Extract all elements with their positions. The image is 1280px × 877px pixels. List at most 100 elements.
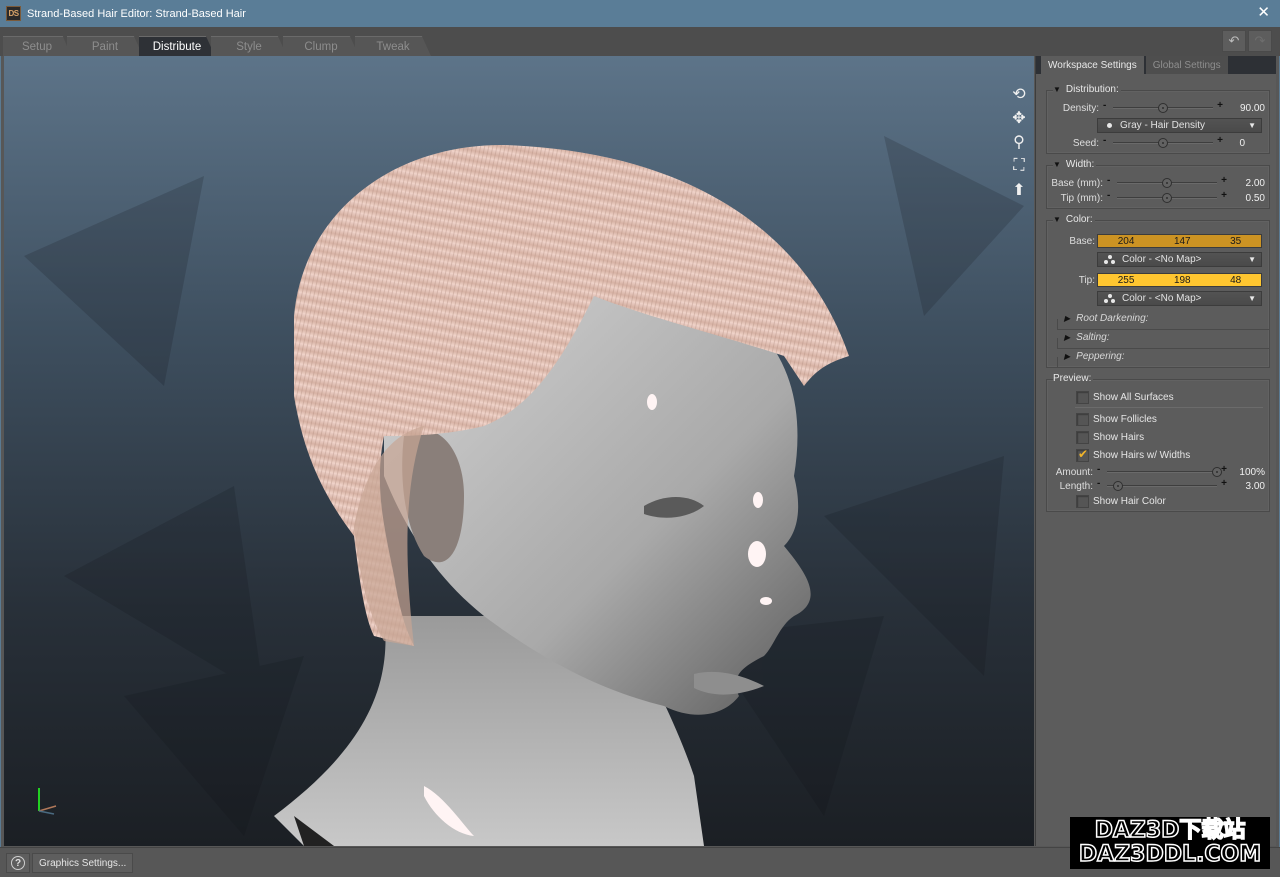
collapse-triangle-icon: ▼ [1053,215,1061,224]
amount-row: Amount: - + 100% [1047,464,1271,479]
tab-workspace-settings[interactable]: Workspace Settings [1041,56,1144,74]
chevron-down-icon: ▼ [1248,255,1256,264]
tip-color-field[interactable]: 255 198 48 [1097,273,1262,287]
salting-title: Salting: [1076,332,1110,343]
graphics-settings-button[interactable]: Graphics Settings... [32,853,134,873]
tip-color-g: 198 [1173,274,1191,286]
width-title: Width: [1065,159,1095,170]
tip-color-map-value: Color - <No Map> [1122,293,1202,304]
show-hairs-checkbox[interactable]: Show Hairs [1076,430,1144,444]
show-follicles-checkbox[interactable]: Show Follicles [1076,412,1157,426]
slider-knob[interactable] [1113,481,1123,491]
distribution-title: Distribution: [1065,84,1119,95]
base-width-slider[interactable]: - + [1107,175,1227,188]
tip-color-b: 48 [1230,274,1242,286]
tab-distribute[interactable]: Distribute [139,36,215,56]
tab-tweak[interactable]: Tweak [355,36,431,56]
distribution-group: ▼ Distribution: Density: - + 90.00 Gray -… [1046,84,1270,154]
seed-slider[interactable]: - + [1103,135,1223,148]
width-group: ▼ Width: Base (mm): - + 2.00 Tip (mm): - +… [1046,159,1271,209]
slider-knob[interactable] [1158,103,1168,113]
map-dot-icon [1107,123,1112,128]
zoom-icon[interactable]: ⚲ [1008,132,1030,152]
slider-knob[interactable] [1158,138,1168,148]
root-darkening-title: Root Darkening: [1076,313,1149,324]
amount-value[interactable]: 100% [1239,467,1265,478]
salting-header[interactable]: ▶ Salting: [1064,332,1112,343]
settings-panel: Workspace Settings Global Settings ▼ Dis… [1035,56,1276,846]
undo-icon: ↶ [1228,33,1240,48]
base-color-r: 204 [1117,235,1135,247]
length-value[interactable]: 3.00 [1246,481,1265,492]
peppering-title: Peppering: [1076,351,1125,362]
seed-label: Seed: [1072,137,1099,149]
show-hair-color-checkbox[interactable]: Show Hair Color [1076,494,1166,508]
redo-button[interactable]: ↷ [1248,30,1272,52]
density-map-value: Gray - Hair Density [1120,120,1206,131]
color-title: Color: [1065,214,1093,225]
collapse-triangle-icon: ▼ [1053,85,1061,94]
help-button[interactable]: ? [6,853,30,873]
tip-color-map-dropdown[interactable]: Color - <No Map> ▼ [1097,291,1262,306]
seed-value[interactable]: 0 [1239,138,1245,149]
base-color-g: 147 [1173,235,1191,247]
checkbox-icon [1076,390,1089,404]
tab-paint[interactable]: Paint [67,36,143,56]
distribution-header[interactable]: ▼ Distribution: [1053,84,1121,95]
amount-slider[interactable]: - + [1097,464,1227,477]
pan-icon[interactable]: ✥ [1008,108,1030,128]
base-width-value[interactable]: 2.00 [1246,178,1265,189]
width-header[interactable]: ▼ Width: [1053,159,1097,170]
undo-button[interactable]: ↶ [1222,30,1246,52]
tab-setup[interactable]: Setup [3,36,71,56]
expand-triangle-icon: ▶ [1064,314,1071,323]
density-value[interactable]: 90.00 [1240,103,1265,114]
window-title: Strand-Based Hair Editor: Strand-Based H… [27,7,246,20]
density-map-dropdown[interactable]: Gray - Hair Density ▼ [1097,118,1262,133]
peppering-header[interactable]: ▶ Peppering: [1064,351,1127,362]
base-color-map-dropdown[interactable]: Color - <No Map> ▼ [1097,252,1262,267]
tab-global-settings[interactable]: Global Settings [1145,56,1228,74]
checkbox-icon [1076,412,1089,426]
peppering-group: ▶ Peppering: [1057,351,1270,368]
tab-bar: Setup Paint Distribute Style Clump Tweak ↶ ↷ [0,27,1280,56]
watermark-line-1: DAZ3D下载站 [1094,818,1246,844]
base-color-map-value: Color - <No Map> [1122,254,1202,265]
axis-gizmo [38,788,57,815]
color-header[interactable]: ▼ Color: [1053,214,1095,225]
tip-color-label: Tip: [1078,274,1095,286]
show-hairs-widths-checkbox[interactable]: Show Hairs w/ Widths [1076,447,1190,462]
reset-view-icon[interactable]: ⬆ [1008,180,1030,200]
tip-color-r: 255 [1117,274,1135,286]
frame-icon[interactable]: ⛶ [1008,156,1030,176]
length-slider[interactable]: - + [1097,478,1227,491]
color-group: ▼ Color: Base: 204 147 35 Color - <No Ma… [1046,214,1270,368]
title-bar: DS Strand-Based Hair Editor: Strand-Base… [0,0,1280,27]
base-color-b: 35 [1230,235,1242,247]
preview-header: Preview: [1053,373,1094,384]
chevron-down-icon: ▼ [1248,121,1256,130]
orbit-icon[interactable]: ⟲ [1008,84,1030,104]
3d-viewport[interactable]: ⟲ ✥ ⚲ ⛶ ⬆ [4,56,1034,846]
base-color-field[interactable]: 204 147 35 [1097,234,1262,248]
tab-clump[interactable]: Clump [283,36,359,56]
redo-icon: ↷ [1254,33,1266,48]
close-button[interactable]: ✕ [1257,5,1270,21]
root-darkening-header[interactable]: ▶ Root Darkening: [1064,313,1151,324]
watermark: DAZ3D下载站 DAZ3DDL.COM [1070,817,1270,869]
navigation-tools: ⟲ ✥ ⚲ ⛶ ⬆ [1008,84,1030,200]
map-icon [1104,254,1116,265]
collapse-triangle-icon: ▼ [1053,160,1061,169]
tab-style[interactable]: Style [211,36,287,56]
show-all-surfaces-checkbox[interactable]: Show All Surfaces [1076,390,1174,404]
tip-width-slider[interactable]: - + [1107,190,1227,203]
density-slider[interactable]: - + [1103,100,1223,113]
root-darkening-group: ▶ Root Darkening: [1057,313,1270,330]
scene-render [24,136,1024,846]
slider-knob[interactable] [1162,193,1172,203]
tip-width-value[interactable]: 0.50 [1246,193,1265,204]
base-width-row: Base (mm): - + 2.00 [1047,175,1271,190]
slider-knob[interactable] [1162,178,1172,188]
watermark-line-2: DAZ3DDL.COM [1078,842,1262,868]
show-all-surfaces-label: Show All Surfaces [1093,391,1174,403]
